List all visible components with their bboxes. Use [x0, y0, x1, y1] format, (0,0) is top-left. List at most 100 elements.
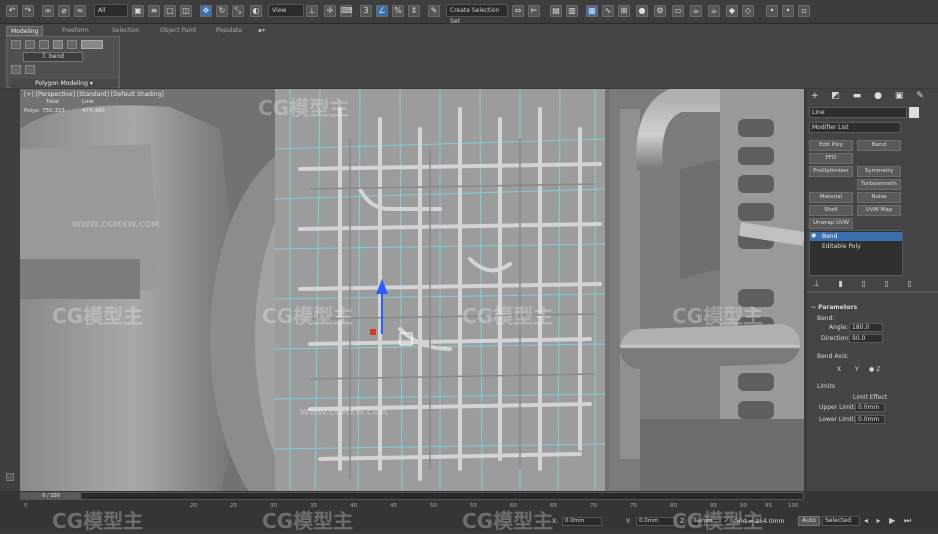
noise-button[interactable]: Noise	[857, 192, 901, 203]
rendered-frame-window-icon[interactable]: ▭	[672, 5, 684, 17]
percent-snap-icon[interactable]: %	[392, 5, 404, 17]
extra-tool-icon[interactable]: •	[766, 5, 778, 17]
tab-populate[interactable]: Populate	[216, 26, 242, 36]
shell-button[interactable]: Shell	[809, 205, 853, 216]
turbosmooth-button[interactable]: Turbosmooth	[857, 179, 901, 190]
ffd-button[interactable]: FFD	[809, 153, 853, 164]
key-filter-dropdown[interactable]: Selected	[822, 516, 860, 526]
stack-item-editable-poly[interactable]: Editable Poly	[810, 242, 902, 251]
render-activeshade-icon[interactable]: ◆	[726, 5, 738, 17]
selection-filter-dropdown[interactable]: All	[94, 4, 128, 17]
axis-y-radio[interactable]: Y	[855, 366, 859, 373]
y-coord-field[interactable]: 0.0mm	[636, 517, 676, 526]
edit-poly-button[interactable]: Edit Poly	[809, 140, 853, 151]
limit-effect-checkbox[interactable]: Limit Effect	[853, 394, 887, 401]
bend-button[interactable]: Bend	[857, 140, 901, 151]
playback-controls[interactable]: ◂ ▸ ▶ ⏭	[864, 516, 914, 526]
select-manipulate-icon[interactable]: ✢	[324, 5, 336, 17]
upper-limit-input[interactable]: 0.0mm	[855, 403, 885, 412]
render-iterative-icon[interactable]: ☕	[708, 5, 720, 17]
tab-selection[interactable]: Selection	[112, 26, 140, 36]
ribbon-subtitle[interactable]: Polygon Modeling ▾	[11, 79, 117, 88]
ruler-tick: 75	[630, 503, 637, 509]
keyboard-shortcut-icon[interactable]: ⌨	[340, 5, 353, 17]
snaps-toggle-icon[interactable]: 3	[360, 5, 372, 17]
parameters-title[interactable]: − Parameters	[811, 304, 857, 311]
edit-named-selection-icon[interactable]: ✎	[428, 5, 440, 17]
schematic-view-icon[interactable]: ⊞	[618, 5, 630, 17]
select-object-icon[interactable]: ▣	[132, 5, 144, 17]
scene-explorer-icon[interactable]: ▤	[550, 5, 562, 17]
render-production-icon[interactable]: ☕	[690, 5, 702, 17]
tab-freeform[interactable]: Freeform	[62, 26, 89, 36]
time-slider[interactable]: 0 / 100	[20, 492, 804, 500]
symmetry-button[interactable]: Symmetry	[857, 166, 901, 177]
edge-icon[interactable]	[25, 40, 35, 49]
modifier-list-dropdown[interactable]: Modifier List	[809, 122, 901, 133]
eye-icon[interactable]: ◉	[811, 232, 816, 239]
reference-coordinate-dropdown[interactable]: View	[268, 4, 304, 17]
lower-limit-input[interactable]: 0.0mm	[855, 415, 885, 424]
polygon-icon[interactable]	[53, 40, 63, 49]
align-icon[interactable]: ⊨	[528, 5, 540, 17]
a360-render-icon[interactable]: ◇	[742, 5, 754, 17]
stack-item-bend[interactable]: Bend	[810, 232, 902, 241]
place-icon[interactable]: ◐	[250, 5, 262, 17]
watermark-url: WWW.CGMXW.COM	[72, 220, 160, 229]
bind-spacewarp-icon[interactable]: ≈	[74, 5, 86, 17]
direction-input[interactable]: 90.0	[849, 334, 883, 343]
link-icon[interactable]: ∞	[42, 5, 54, 17]
angle-input[interactable]: 180.0	[849, 323, 883, 332]
uvw-map-button[interactable]: UVW Map	[857, 205, 901, 216]
border-icon[interactable]	[39, 40, 49, 49]
collapse-icon[interactable]	[11, 65, 21, 74]
extra-tool-2-icon[interactable]: •	[782, 5, 794, 17]
x-coord-field[interactable]: 0.0mm	[562, 517, 602, 526]
material-button[interactable]: Material	[809, 192, 853, 203]
unlink-icon[interactable]: ⌀	[58, 5, 70, 17]
attach-icon[interactable]	[25, 65, 35, 74]
spinner-snap-icon[interactable]: ⇕	[408, 5, 420, 17]
axis-x-radio[interactable]: X	[837, 366, 841, 373]
redo-icon[interactable]: ↷	[22, 5, 34, 17]
perspective-viewport[interactable]: [+] [Perspective] [Standard] [Default Sh…	[20, 89, 804, 491]
render-setup-icon[interactable]: ⚙	[654, 5, 666, 17]
angle-snap-icon[interactable]: ∠	[376, 5, 388, 17]
viewport-label[interactable]: [+] [Perspective] [Standard] [Default Sh…	[24, 91, 164, 98]
layer-explorer-icon[interactable]: ▥	[566, 5, 578, 17]
auto-key-button[interactable]: Auto	[798, 516, 820, 526]
undo-icon[interactable]: ↶	[6, 5, 18, 17]
panel-tabs[interactable]: + ◩ ▬ ● ▣ ✎	[811, 91, 929, 101]
tab-modeling[interactable]: Modeling	[6, 26, 44, 36]
mirror-icon[interactable]: ⇔	[512, 5, 524, 17]
modify-mode-toggle[interactable]	[81, 40, 103, 49]
select-by-name-icon[interactable]: ≡	[148, 5, 160, 17]
stack-tools[interactable]: ⊥ ▮ ▯ ▯ ▯	[813, 279, 920, 288]
angle-label: Angle:	[829, 324, 849, 331]
extra-tool-3-icon[interactable]: ▫	[798, 5, 810, 17]
ruler-tick: 95	[765, 503, 772, 509]
watermark-logo: CG模型主	[672, 509, 764, 533]
move-icon[interactable]: ✥	[200, 5, 212, 17]
pivot-icon[interactable]: ⊥	[306, 5, 318, 17]
window-crossing-icon[interactable]: ◫	[180, 5, 192, 17]
object-color-swatch[interactable]	[909, 107, 919, 118]
edit-mode-label[interactable]: T. bend	[23, 52, 83, 62]
unwrap-uvw-button[interactable]: Unwrap UVW	[809, 218, 853, 229]
ribbon-options-icon[interactable]: ▪▾	[258, 26, 265, 36]
element-icon[interactable]	[67, 40, 77, 49]
rectangle-select-icon[interactable]: ▢	[164, 5, 176, 17]
prooptimizer-button[interactable]: ProOptimizer	[809, 166, 853, 177]
scale-icon[interactable]: ⤡	[232, 5, 244, 17]
tab-object-paint[interactable]: Object Paint	[160, 26, 196, 36]
material-editor-icon[interactable]: ●	[636, 5, 648, 17]
rotate-icon[interactable]: ↻	[216, 5, 228, 17]
toggle-ribbon-icon[interactable]: ▦	[586, 5, 598, 17]
expand-icon[interactable]	[6, 473, 14, 481]
vertex-icon[interactable]	[11, 40, 21, 49]
object-name-field[interactable]: Line	[809, 107, 907, 118]
axis-z-radio[interactable]: ● Z	[869, 366, 880, 373]
curve-editor-icon[interactable]: ∿	[602, 5, 614, 17]
named-selection-dropdown[interactable]: Create Selection Set	[446, 4, 508, 25]
time-slider-thumb[interactable]: 0 / 100	[21, 493, 81, 499]
